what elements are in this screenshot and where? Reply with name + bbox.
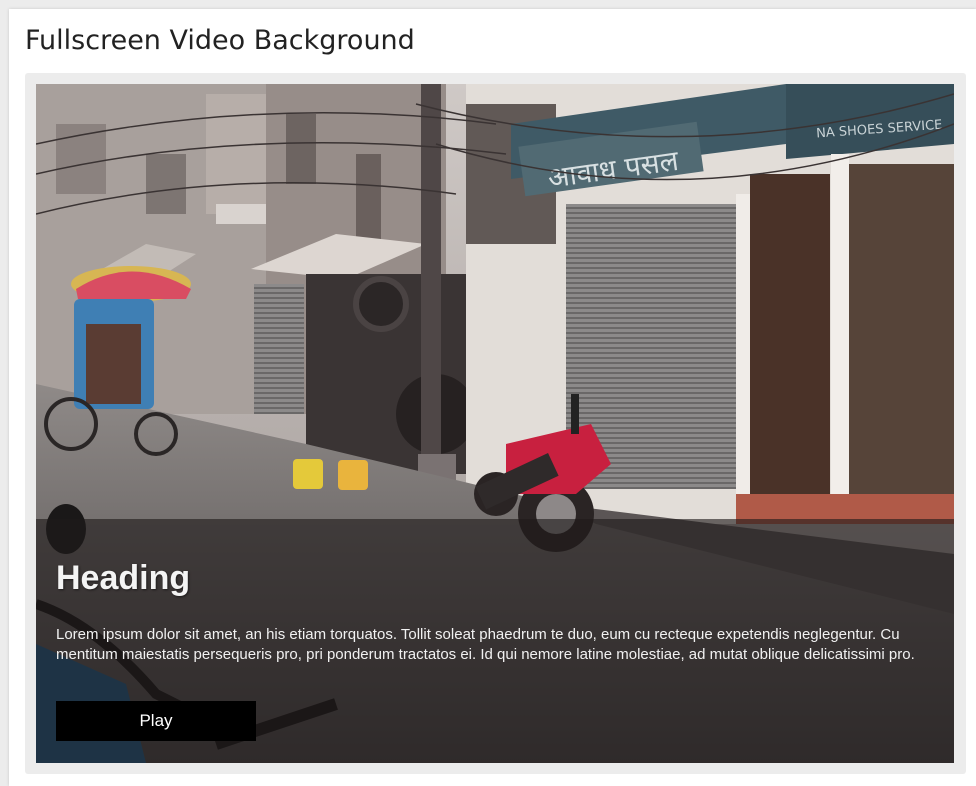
overlay-heading: Heading [56,559,191,597]
overlay-description: Lorem ipsum dolor sit amet, an his etiam… [56,626,915,663]
page-title: Fullscreen Video Background [25,25,415,56]
background-video[interactable]: आवाध पसल NA SHOES SERVICE Heading Lorem … [36,84,954,763]
video-overlay: Heading Lorem ipsum dolor sit amet, an h… [36,519,954,763]
page-container: Fullscreen Video Background आवाध पसल NA … [9,9,976,786]
play-button[interactable]: Play [56,701,256,741]
video-container: आवाध पसल NA SHOES SERVICE Heading Lorem … [25,73,966,774]
